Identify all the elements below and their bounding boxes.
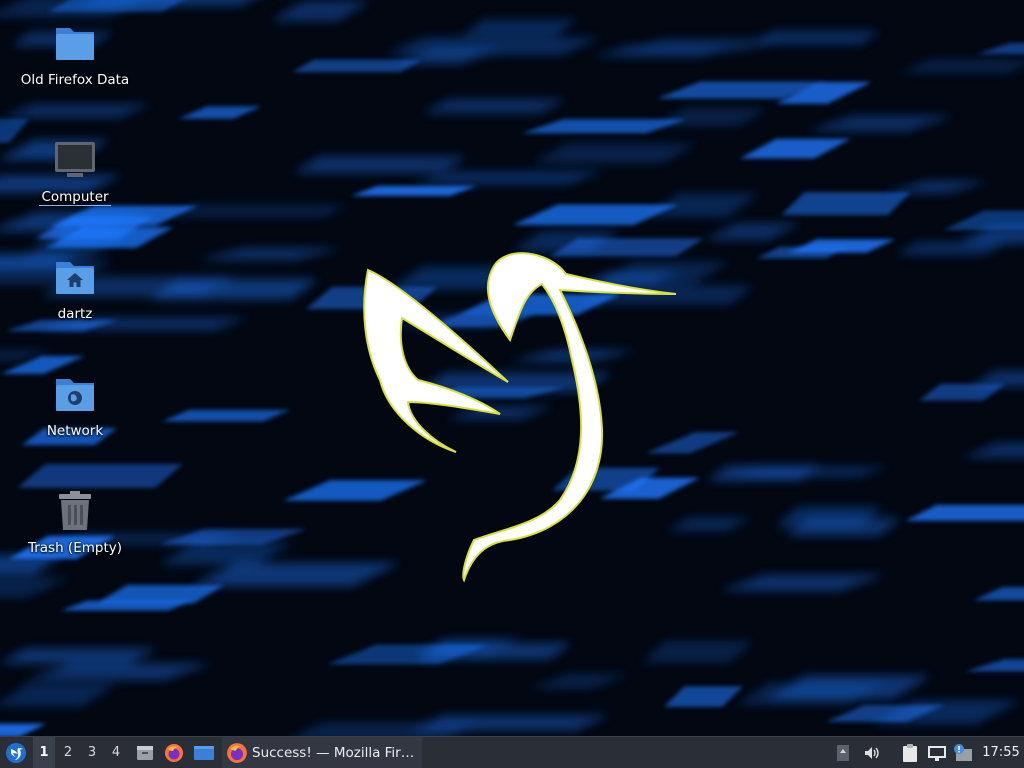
volume-icon <box>865 746 879 759</box>
wallpaper-streak <box>592 45 735 58</box>
wallpaper-streak <box>51 205 199 226</box>
wallpaper-streak <box>461 19 577 37</box>
wallpaper-streak <box>752 30 881 45</box>
wallpaper-streak <box>17 464 184 488</box>
wallpaper-streak <box>704 223 801 241</box>
workspace-4-button[interactable]: 4 <box>105 737 127 768</box>
workspace-3-button[interactable]: 3 <box>81 737 103 768</box>
wallpaper-streak <box>60 600 194 611</box>
wallpaper-streak <box>666 517 752 531</box>
start-menu-button[interactable] <box>2 737 30 768</box>
wallpaper-streak <box>884 180 989 194</box>
wallpaper-streak <box>512 204 679 226</box>
wallpaper-streak <box>456 294 622 315</box>
wallpaper-streak <box>905 505 1024 521</box>
clock[interactable]: 17:55 <box>978 737 1024 768</box>
wallpaper-streak <box>25 663 212 681</box>
wallpaper-streak <box>977 43 1024 55</box>
wallpaper-streak <box>706 465 821 481</box>
clipboard-button[interactable] <box>898 737 922 768</box>
desktop-icon-trash[interactable]: Trash (Empty) <box>15 490 135 556</box>
network-status-button[interactable] <box>925 737 949 768</box>
updates-button[interactable] <box>951 737 975 768</box>
folder-icon <box>53 22 97 66</box>
desktop-icon-label: dartz <box>57 306 93 322</box>
network-wired-icon <box>928 745 946 761</box>
wallpaper-streak <box>0 647 158 664</box>
wallpaper-streak <box>1 103 152 118</box>
wallpaper-streak <box>595 261 730 285</box>
wallpaper-streak <box>973 587 1024 601</box>
wallpaper-streak <box>0 723 47 736</box>
trash-icon <box>53 490 97 534</box>
desktop-icon-label: Network <box>46 423 104 439</box>
wallpaper-streak <box>739 138 851 159</box>
wallpaper-streak <box>641 640 754 663</box>
wallpaper-streak <box>756 246 850 259</box>
computer-icon <box>53 139 97 183</box>
firefox-icon <box>227 742 247 763</box>
wallpaper-streak <box>0 577 70 598</box>
wallpaper <box>0 0 1024 736</box>
wallpaper-streak <box>943 210 1024 231</box>
wallpaper-streak <box>719 574 886 591</box>
file-manager-launcher[interactable] <box>133 737 157 768</box>
wallpaper-streak <box>384 37 602 56</box>
desktop-icon-network[interactable]: Network <box>15 373 135 439</box>
network-folder-icon <box>53 373 97 417</box>
distro-logo-icon <box>6 742 26 763</box>
wallpaper-streak <box>645 432 740 454</box>
taskbar-window-firefox[interactable]: Success! — Mozilla Fir… <box>222 737 422 768</box>
desktop-icon-computer[interactable]: Computer <box>15 139 135 206</box>
wallpaper-streak <box>736 682 884 705</box>
wallpaper-streak <box>412 171 606 185</box>
wallpaper-streak <box>531 143 697 163</box>
wallpaper-streak <box>96 584 225 604</box>
wallpaper-streak <box>178 106 262 119</box>
firefox-icon <box>165 743 183 762</box>
home-folder-icon <box>53 256 97 300</box>
desktop-icon-label: Old Firefox Data <box>20 72 130 88</box>
tray-scroll-button[interactable] <box>833 737 853 768</box>
workspace-2-button[interactable]: 2 <box>57 737 79 768</box>
wallpaper-streak <box>528 674 630 689</box>
show-desktop-button[interactable] <box>191 737 217 768</box>
wallpaper-streak <box>806 115 955 132</box>
clipboard-icon <box>903 743 917 762</box>
taskbar: 1 2 3 4 Success! — Mozilla Fir… 17:55 <box>0 736 1024 768</box>
desktop-icon-dartz[interactable]: dartz <box>15 256 135 322</box>
wallpaper-streak <box>898 59 1024 73</box>
wallpaper-streak <box>961 442 1024 458</box>
workspace-1-button[interactable]: 1 <box>33 737 55 768</box>
tray-arrow-icon <box>837 744 849 761</box>
wallpaper-streak <box>292 156 468 174</box>
wallpaper-streak <box>895 241 1007 256</box>
wallpaper-streak <box>351 185 477 196</box>
wallpaper-streak <box>663 686 744 707</box>
desktop[interactable]: Old Firefox Data Computer dartz Network … <box>0 0 1024 736</box>
desktop-icon-label: Trash (Empty) <box>27 540 123 556</box>
wallpaper-streak <box>918 383 1006 401</box>
wallpaper-streak <box>421 98 567 114</box>
wallpaper-streak <box>0 683 117 707</box>
wallpaper-streak <box>283 480 428 501</box>
wallpaper-streak <box>196 248 343 261</box>
wallpaper-streak <box>158 542 293 566</box>
file-manager-icon <box>137 745 153 760</box>
wallpaper-streak <box>269 0 371 22</box>
desktop-icon-label: Computer <box>39 189 111 206</box>
wallpaper-streak <box>522 119 688 134</box>
wallpaper-streak <box>781 192 911 215</box>
wallpaper-streak <box>964 659 1024 672</box>
desktop-icon <box>194 745 214 760</box>
volume-button[interactable] <box>860 737 884 768</box>
wallpaper-streak <box>189 562 401 587</box>
update-notification-icon <box>954 743 972 761</box>
wallpaper-streak <box>295 722 480 736</box>
desktop-icon-old-firefox-data[interactable]: Old Firefox Data <box>15 22 135 88</box>
wallpaper-streak <box>291 59 423 73</box>
firefox-launcher[interactable] <box>162 737 186 768</box>
taskbar-window-title: Success! — Mozilla Fir… <box>252 744 415 761</box>
wallpaper-streak <box>161 409 291 422</box>
